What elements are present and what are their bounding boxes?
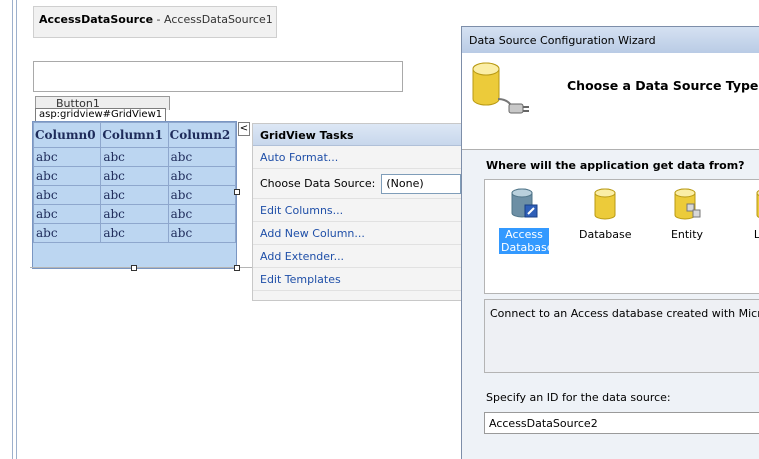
choose-data-source-select[interactable]: (None) <box>381 173 462 194</box>
designer-textbox[interactable] <box>33 61 403 92</box>
access-datasource-control[interactable]: AccessDataSource - AccessDataSource1 <box>33 6 277 38</box>
datasource-separator: - <box>153 13 165 26</box>
table-row: abc abc abc <box>32 166 237 186</box>
edit-columns-link[interactable]: Edit Columns... <box>253 199 462 222</box>
linq-icon <box>756 190 759 218</box>
datasource-description: Connect to an Access database created wi… <box>484 299 759 373</box>
datasource-type: AccessDataSource <box>39 13 154 26</box>
resize-handle-corner[interactable] <box>234 265 240 271</box>
type-database[interactable]: Database <box>579 188 632 241</box>
wizard-header: Choose a Data Source Type <box>462 53 759 149</box>
database-icon <box>594 188 616 220</box>
resize-handle-bottom[interactable] <box>131 265 137 271</box>
type-label: Database <box>579 228 632 241</box>
grid-cell: abc <box>100 223 169 243</box>
type-entity[interactable]: Entity <box>665 188 709 241</box>
grid-header-cell: Column0 <box>32 122 102 148</box>
grid-cell: abc <box>100 185 169 205</box>
grid-cell: abc <box>32 147 102 167</box>
tasks-title: GridView Tasks <box>253 124 462 146</box>
grid-cell: abc <box>32 223 102 243</box>
type-linq[interactable]: LINQ <box>747 188 759 241</box>
grid-cell: abc <box>167 185 237 205</box>
grid-cell: abc <box>32 166 102 186</box>
grid-cell: abc <box>100 147 169 167</box>
grid-header-row: Column0 Column1 Column2 <box>32 122 237 148</box>
wizard-title: Data Source Configuration Wizard <box>462 27 759 53</box>
grid-cell: abc <box>100 166 169 186</box>
resize-handle-right[interactable] <box>234 189 240 195</box>
table-row: abc abc abc <box>32 147 237 167</box>
grid-cell: abc <box>167 204 237 224</box>
gridview-control[interactable]: Column0 Column1 Column2 abc abc abc abc abc… <box>32 121 237 269</box>
wizard-heading: Choose a Data Source Type <box>567 78 759 93</box>
grid-cell: abc <box>167 166 237 186</box>
data-source-wizard: Data Source Configuration Wizard Choose … <box>461 26 759 459</box>
access-database-icon <box>511 188 538 218</box>
choose-data-source-row: Choose Data Source: (None) <box>253 169 462 199</box>
type-label: Entity <box>670 228 704 241</box>
table-row: abc abc abc <box>32 223 237 243</box>
grid-cell: abc <box>100 204 169 224</box>
designer-guide-line <box>30 267 266 268</box>
grid-cell: abc <box>167 223 237 243</box>
add-new-column-link[interactable]: Add New Column... <box>253 222 462 245</box>
table-row: abc abc abc <box>32 204 237 224</box>
datasource-id-input[interactable]: AccessDataSource2 <box>484 412 759 434</box>
gridview-tasks-panel: GridView Tasks Auto Format... Choose Dat… <box>252 123 462 301</box>
datasource-type-list: Access Database Database Entity L <box>484 179 759 294</box>
smart-tag-toggle[interactable]: < <box>238 122 250 136</box>
database-plug-icon <box>472 62 529 114</box>
designer-ruler-inner <box>16 0 17 459</box>
gridview-tag: asp:gridview#GridView1 <box>35 108 167 122</box>
id-field-label: Specify an ID for the data source: <box>486 391 671 404</box>
choose-data-source-label: Choose Data Source: <box>260 177 376 190</box>
wizard-question: Where will the application get data from… <box>486 159 745 172</box>
wizard-divider <box>462 149 759 150</box>
add-extender-link[interactable]: Add Extender... <box>253 245 462 268</box>
gridview-table: Column0 Column1 Column2 abc abc abc abc abc… <box>32 122 237 243</box>
grid-header-cell: Column1 <box>100 122 169 148</box>
edit-templates-link[interactable]: Edit Templates <box>253 268 462 291</box>
entity-icon <box>674 188 701 220</box>
type-label: LINQ <box>753 228 759 241</box>
grid-cell: abc <box>32 185 102 205</box>
type-access-database[interactable]: Access Database <box>499 188 554 254</box>
datasource-id: AccessDataSource1 <box>164 13 273 26</box>
grid-cell: abc <box>167 147 237 167</box>
auto-format-link[interactable]: Auto Format... <box>253 146 462 169</box>
grid-cell: abc <box>32 204 102 224</box>
designer-ruler-left <box>12 0 13 459</box>
table-row: abc abc abc <box>32 185 237 205</box>
grid-header-cell: Column2 <box>167 122 237 148</box>
type-label: Access Database <box>499 228 554 254</box>
